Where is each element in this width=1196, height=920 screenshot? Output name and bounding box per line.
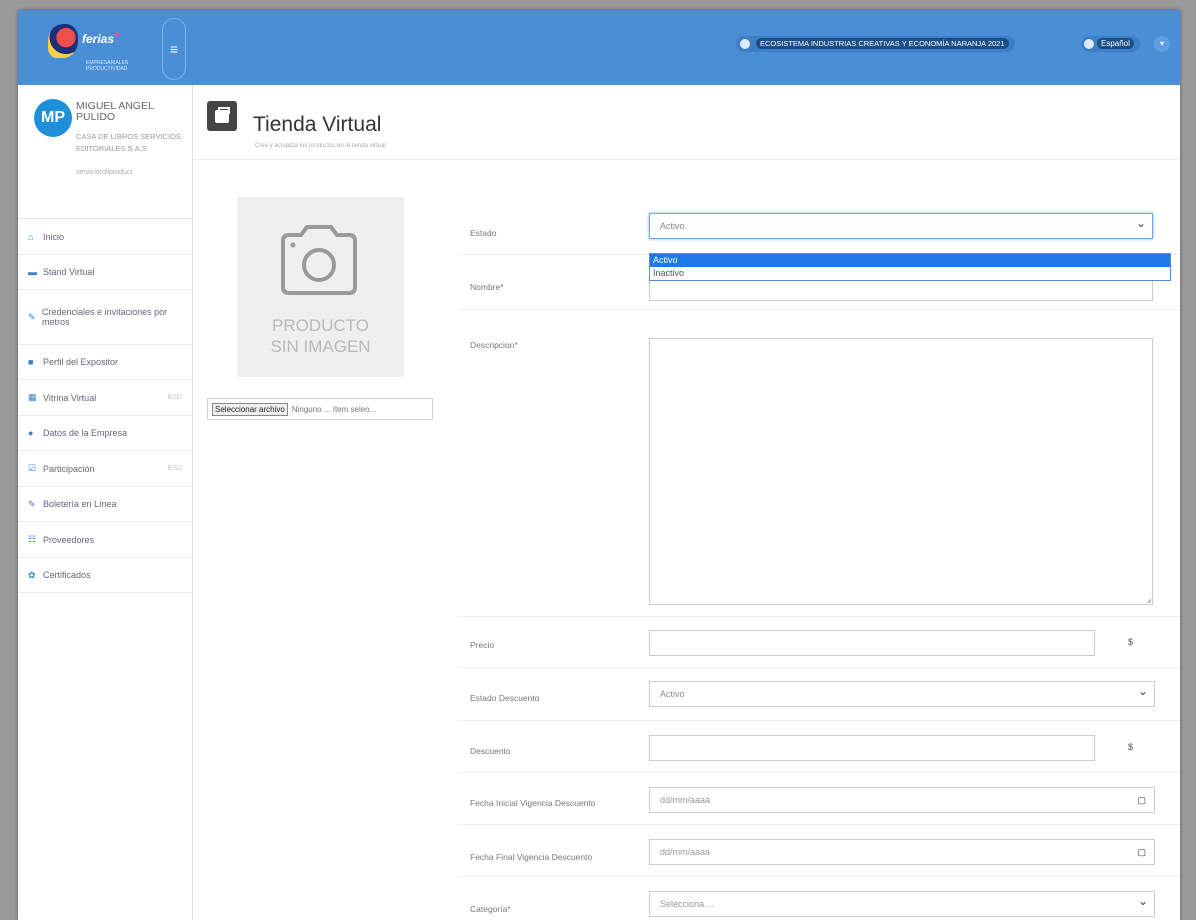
list-icon: ☷ xyxy=(28,534,37,544)
precio-input[interactable] xyxy=(649,630,1095,656)
app-window: ferias+ EMPRESARIALES PRODUCTIVIDAD ≡ EC… xyxy=(18,10,1180,920)
page-subtitle: Crea y actualiza los productos en la tie… xyxy=(255,143,386,149)
folder-icon: ▬ xyxy=(28,267,37,277)
top-bar: ferias+ EMPRESARIALES PRODUCTIVIDAD ≡ EC… xyxy=(18,10,1180,85)
sidebar-item-stand-virtual[interactable]: ▬ Stand Virtual xyxy=(18,255,192,290)
sidebar-item-label: Stand Virtual xyxy=(43,267,95,277)
logo-mark-icon xyxy=(48,24,78,58)
sidebar-item-certificados[interactable]: ✿ Certificados xyxy=(18,558,192,593)
sidebar-item-label: Perfil del Expositor xyxy=(43,357,119,367)
certificate-icon: ✿ xyxy=(28,569,36,580)
calendar-icon: ▦ xyxy=(28,392,37,402)
user-profile: MP MIGUEL ANGEL PULIDO CASA DE LIBROS SE… xyxy=(18,85,192,219)
flag-icon xyxy=(1084,39,1094,49)
edit-icon: ☑ xyxy=(28,463,37,473)
page-header: Tienda Virtual Crea y actualiza los prod… xyxy=(193,85,1180,160)
user-company: CASA DE LIBROS SERVICIOS EDITORIALES S.A… xyxy=(76,132,181,153)
logo-subtitle: EMPRESARIALES PRODUCTIVIDAD xyxy=(86,60,129,72)
product-form: Estado Activo Nombre* Descripcion* Preci… xyxy=(458,195,1180,920)
sidebar-item-perfil-expositor[interactable]: ■ Perfil del Expositor xyxy=(18,345,192,380)
key-icon: ✎ xyxy=(28,311,36,322)
event-label: ECOSISTEMA INDUSTRIAS CREATIVAS Y ECONOM… xyxy=(756,38,1009,49)
product-image-placeholder: PRODUCTO SIN IMAGEN xyxy=(237,197,404,377)
language-selector[interactable]: Español xyxy=(1081,36,1140,52)
estado-descuento-row: Estado Descuento Activo xyxy=(458,668,1180,721)
logo-text: ferias+ xyxy=(82,30,120,46)
logo[interactable]: ferias+ EMPRESARIALES PRODUCTIVIDAD xyxy=(36,20,154,80)
sidebar-item-proveedores[interactable]: ☷ Proveedores xyxy=(18,522,192,558)
descuento-input[interactable] xyxy=(649,735,1095,761)
sidebar-item-boleteria[interactable]: ✎ Boletería en Línea xyxy=(18,487,192,522)
estado-descuento-label: Estado Descuento xyxy=(470,693,540,703)
info-icon: ● xyxy=(28,428,34,438)
fecha-inicial-row: Fecha Inicial Vigencia Descuento dd/mm/a… xyxy=(458,773,1180,825)
briefcase-icon: ■ xyxy=(28,357,34,367)
descuento-label: Descuento xyxy=(470,746,511,756)
event-icon xyxy=(740,39,750,49)
event-selector[interactable]: ECOSISTEMA INDUSTRIAS CREATIVAS Y ECONOM… xyxy=(736,36,1015,52)
camera-icon xyxy=(281,225,357,295)
estado-label: Estado xyxy=(470,228,497,238)
file-input[interactable]: Seleccionar archivo Ninguno ... ítem sel… xyxy=(207,398,433,420)
hamburger-icon: ≡ xyxy=(169,41,179,57)
sidebar-item-inicio[interactable]: ⌂ Inicio xyxy=(18,219,192,255)
nombre-label: Nombre* xyxy=(470,282,504,292)
placeholder-text: PRODUCTO SIN IMAGEN xyxy=(270,316,371,356)
descuento-unit: $ xyxy=(1128,742,1134,752)
home-icon: ⌂ xyxy=(28,231,34,242)
file-status: Ninguno ... ítem seleo... xyxy=(291,404,377,414)
precio-unit: $ xyxy=(1128,637,1134,647)
descripcion-row: Descripcion* xyxy=(458,310,1180,616)
briefcase-icon xyxy=(207,101,237,131)
sidebar-item-label: Datos de la Empresa xyxy=(43,428,128,438)
descuento-row: Descuento $ xyxy=(458,721,1180,773)
sidebar-item-label: Proveedores xyxy=(43,534,95,545)
categoria-label: Categoría* xyxy=(470,904,511,914)
sidebar-item-label: Inicio xyxy=(43,231,65,242)
estado-row: Estado Activo xyxy=(458,195,1180,255)
avatar: MP xyxy=(34,99,72,137)
sidebar-item-label: Boletería en Línea xyxy=(43,499,117,509)
page-title: Tienda Virtual xyxy=(253,113,382,136)
sidebar-item-label: Vitrina Virtual xyxy=(43,392,97,403)
sidebar-item-vitrina-virtual[interactable]: ▦ Vitrina Virtual BSD xyxy=(18,380,192,416)
sidebar-item-label: Certificados xyxy=(43,570,91,580)
fecha-inicial-label: Fecha Inicial Vigencia Descuento xyxy=(470,798,596,808)
status-badge: BSD xyxy=(167,465,182,472)
categoria-row: Categoría* Selecciona ... xyxy=(458,877,1180,920)
estado-descuento-select[interactable]: Activo xyxy=(649,679,1155,707)
fecha-final-label: Fecha Final Vigencia Descuento xyxy=(470,852,593,862)
choose-file-button[interactable]: Seleccionar archivo xyxy=(212,402,288,416)
user-name: MIGUEL ANGEL PULIDO xyxy=(76,100,154,123)
descripcion-textarea[interactable] xyxy=(649,338,1153,605)
fecha-final-input[interactable]: dd/mm/aaaa xyxy=(649,839,1155,865)
menu-toggle-button[interactable]: ≡ xyxy=(162,18,186,80)
user-role: servicioroliproduct xyxy=(76,169,133,176)
dropdown-option-inactivo[interactable]: Inactivo xyxy=(650,267,1170,280)
descripcion-label: Descripcion* xyxy=(470,340,518,350)
estado-select[interactable]: Activo xyxy=(649,211,1153,239)
fecha-inicial-input[interactable]: dd/mm/aaaa xyxy=(649,787,1155,813)
sidebar-item-credenciales[interactable]: ✎ Credenciales e invitaciones por metros xyxy=(18,290,192,345)
chevron-down-icon: ▾ xyxy=(1159,39,1164,48)
sidebar-item-label: Credenciales e invitaciones por metros xyxy=(42,307,168,327)
ticket-icon: ✎ xyxy=(28,498,36,509)
precio-row: Precio $ xyxy=(458,616,1180,668)
sidebar: MP MIGUEL ANGEL PULIDO CASA DE LIBROS SE… xyxy=(18,85,193,920)
dropdown-option-activo[interactable]: Activo xyxy=(650,254,1170,267)
precio-label: Precio xyxy=(470,640,495,650)
fecha-final-row: Fecha Final Vigencia Descuento dd/mm/aaa… xyxy=(458,825,1180,877)
sidebar-item-participacion[interactable]: ☑ Participación BSD xyxy=(18,451,192,487)
sidebar-item-datos-empresa[interactable]: ● Datos de la Empresa xyxy=(18,416,192,451)
sidebar-item-label: Participación xyxy=(43,463,95,474)
categoria-select[interactable]: Selecciona ... xyxy=(649,889,1155,917)
status-badge: BSD xyxy=(167,394,182,401)
estado-dropdown: Activo Inactivo xyxy=(649,253,1171,281)
language-label: Español xyxy=(1097,38,1134,49)
user-menu-button[interactable]: ▾ xyxy=(1154,36,1170,52)
